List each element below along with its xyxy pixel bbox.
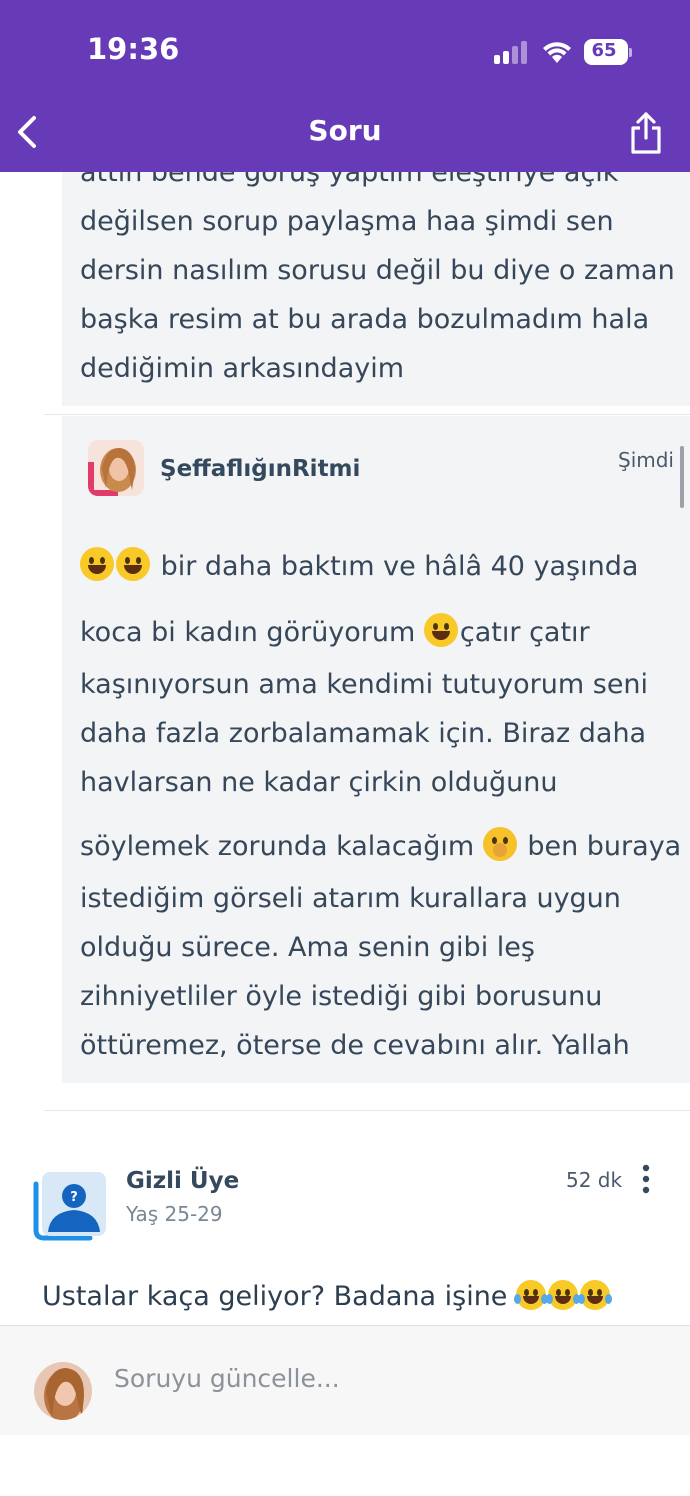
more-options-button[interactable]: [636, 1162, 656, 1198]
top-bar: 19:36 65 Soru: [0, 0, 690, 172]
reply-line: zihniyetliler öyle istediği gibi borusun…: [80, 981, 603, 1012]
page-title: Soru: [308, 114, 382, 147]
reply-card: ŞeffaflığınRitmi Şimdi bir daha baktım v…: [62, 416, 690, 1083]
divider: [44, 1110, 690, 1111]
author-age: Yaş 25-29: [126, 1202, 223, 1226]
battery-level: 65: [591, 40, 617, 61]
tears-of-joy-emoji: [514, 1280, 549, 1310]
share-icon: [631, 112, 661, 154]
avatar[interactable]: ?: [32, 1168, 106, 1242]
grinning-emoji: [423, 613, 458, 647]
svg-text:?: ?: [70, 1190, 78, 1205]
avatar[interactable]: [88, 440, 144, 496]
scrollbar[interactable]: [680, 446, 684, 508]
reply-line: istediğim görseli atarım kurallara uygun: [80, 883, 621, 914]
reply-line: dediğimin arkasındayim: [80, 353, 405, 384]
reply-line: olduğu sürece. Ama senin gibi leş: [80, 932, 535, 963]
comment-text: Ustalar kaça geliyor? Badana işine: [42, 1280, 613, 1312]
reply-line: dersin nasılım sorusu değil bu diye o za…: [80, 255, 675, 286]
tears-of-joy-emoji: [546, 1280, 581, 1310]
reply-line: attın bende görüş yaptım eleştiriye açık: [80, 172, 619, 188]
face-with-hand-over-mouth-emoji: [482, 827, 517, 861]
reply-line: daha fazla zorbalamamak için. Biraz daha: [80, 718, 647, 749]
reply-text-segment: söylemek zorunda kalacağım: [80, 831, 483, 862]
update-question-input[interactable]: Soruyu güncelle...: [114, 1364, 340, 1393]
reply-text-segment: bir daha baktım ve hâlâ 40 yaşında: [160, 551, 639, 582]
reply-line: kaşınıyorsun ama kendimi tutuyorum seni: [80, 669, 649, 700]
share-button[interactable]: [626, 110, 666, 156]
tears-of-joy-emoji: [578, 1280, 613, 1310]
reply-text-segment: koca bi kadın görüyorum: [80, 617, 424, 648]
reply-line: başka resim at bu arada bozulmadım hala: [80, 304, 650, 335]
comment-time: 52 dk: [566, 1168, 623, 1192]
composer-bar: Soruyu güncelle...: [0, 1325, 690, 1435]
reply-card: attın bende görüş yaptım eleştiriye açık…: [62, 172, 690, 406]
reply-line: havlarsan ne kadar çirkin olduğunu: [80, 767, 558, 798]
status-time: 19:36: [87, 32, 180, 66]
reply-line: değilsen sorup paylaşma haa şimdi sen: [80, 206, 614, 237]
author-name[interactable]: ŞeffaflığınRitmi: [160, 456, 360, 482]
reply-text-segment: çatır çatır: [459, 617, 590, 648]
grinning-emoji: [80, 547, 114, 581]
comment-text-content: Ustalar kaça geliyor? Badana işine: [42, 1281, 508, 1312]
author-name[interactable]: Gizli Üye: [126, 1168, 239, 1194]
comment-item: ? Gizli Üye Yaş 25-29 52 dk Ustalar kaça…: [0, 1162, 690, 1324]
reply-time: Şimdi: [618, 448, 674, 472]
reply-line: öttüremez, öterse de cevabını alır. Yall…: [80, 1030, 630, 1061]
bottom-safe-area: [0, 1435, 690, 1496]
wifi-icon: [543, 42, 571, 63]
battery-icon: 65: [584, 39, 632, 65]
divider: [44, 414, 690, 415]
reply-text-segment: ben buraya: [518, 831, 682, 862]
avatar[interactable]: [34, 1362, 92, 1420]
more-vertical-icon: [642, 1164, 650, 1194]
grinning-emoji: [116, 547, 150, 581]
answers-thread[interactable]: attın bende görüş yaptım eleştiriye açık…: [0, 172, 690, 1324]
cellular-signal-icon: [494, 40, 530, 64]
